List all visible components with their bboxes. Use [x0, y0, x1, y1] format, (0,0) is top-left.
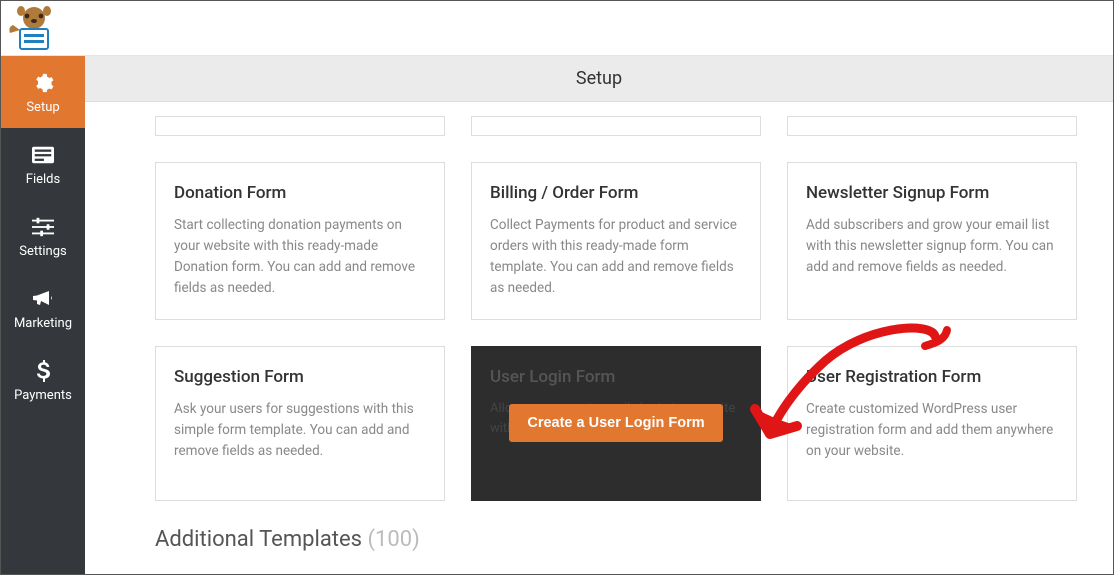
- sidebar-label: Marketing: [14, 316, 72, 331]
- template-card-stub[interactable]: [155, 116, 445, 136]
- sidebar-label: Fields: [26, 172, 60, 187]
- additional-templates-count: (100): [367, 527, 419, 552]
- sliders-icon: [30, 214, 56, 240]
- page-title-text: Setup: [576, 68, 622, 89]
- additional-templates-heading: Additional Templates (100): [155, 527, 1063, 552]
- template-desc: Create customized WordPress user registr…: [806, 399, 1058, 462]
- template-card-stub[interactable]: [787, 116, 1077, 136]
- additional-templates-label: Additional Templates: [155, 527, 362, 552]
- template-title: Newsletter Signup Form: [806, 183, 1058, 203]
- template-card-suggestion[interactable]: Suggestion Form Ask your users for sugge…: [155, 346, 445, 501]
- sidebar-item-marketing[interactable]: Marketing: [1, 272, 85, 344]
- sidebar-nav: Setup Fields Settings Marketing: [1, 56, 85, 574]
- template-desc: Collect Payments for product and service…: [490, 215, 742, 299]
- template-title: Suggestion Form: [174, 367, 426, 387]
- gear-icon: [30, 70, 56, 96]
- template-card-newsletter[interactable]: Newsletter Signup Form Add subscribers a…: [787, 162, 1077, 320]
- template-card-user-registration[interactable]: User Registration Form Create customized…: [787, 346, 1077, 501]
- template-card-billing[interactable]: Billing / Order Form Collect Payments fo…: [471, 162, 761, 320]
- top-bar: [1, 1, 1113, 56]
- template-title: User Registration Form: [806, 367, 1058, 387]
- template-title: User Login Form: [490, 367, 615, 387]
- bullhorn-icon: [30, 286, 56, 312]
- wpforms-logo: [7, 5, 61, 51]
- template-card-donation[interactable]: Donation Form Start collecting donation …: [155, 162, 445, 320]
- template-desc: Ask your users for suggestions with this…: [174, 399, 426, 462]
- sidebar-item-payments[interactable]: Payments: [1, 344, 85, 416]
- sidebar-item-fields[interactable]: Fields: [1, 128, 85, 200]
- template-title: Billing / Order Form: [490, 183, 742, 203]
- template-panel: Donation Form Start collecting donation …: [85, 102, 1113, 574]
- sidebar-label: Setup: [26, 100, 59, 115]
- sidebar-label: Settings: [19, 244, 66, 259]
- template-desc: Start collecting donation payments on yo…: [174, 215, 426, 299]
- template-card-user-login[interactable]: User Login Form Allow your users to easi…: [471, 346, 761, 501]
- create-user-login-form-button[interactable]: Create a User Login Form: [509, 404, 722, 442]
- template-title: Donation Form: [174, 183, 426, 203]
- sidebar-item-setup[interactable]: Setup: [1, 56, 85, 128]
- dollar-icon: [30, 358, 56, 384]
- list-icon: [30, 142, 56, 168]
- sidebar-label: Payments: [14, 388, 72, 403]
- template-card-stub[interactable]: [471, 116, 761, 136]
- template-desc: Add subscribers and grow your email list…: [806, 215, 1058, 278]
- sidebar-item-settings[interactable]: Settings: [1, 200, 85, 272]
- page-title: Setup: [85, 56, 1113, 102]
